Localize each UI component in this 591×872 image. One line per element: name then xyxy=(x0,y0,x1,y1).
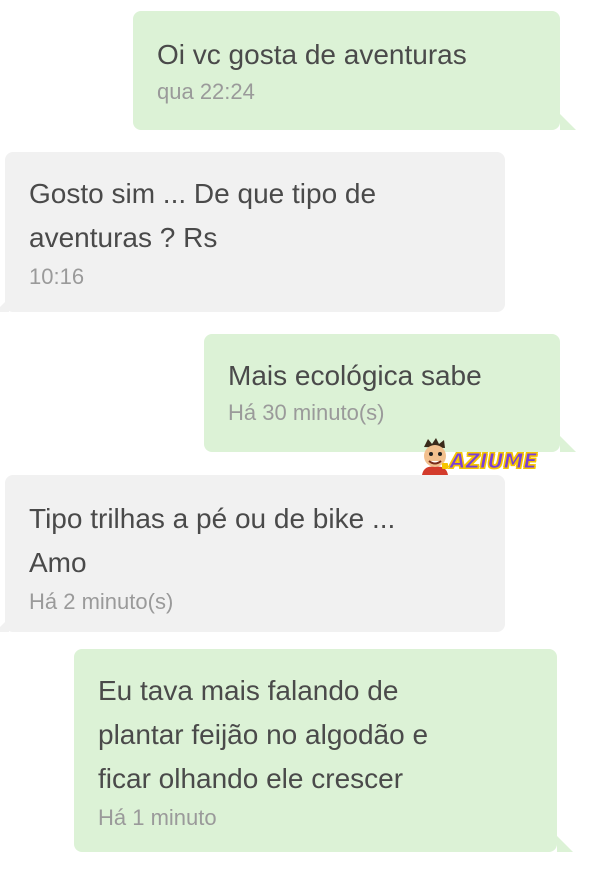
bubble-tail xyxy=(557,836,573,852)
message-timestamp: Há 2 minuto(s) xyxy=(29,589,174,614)
message-timestamp: 10:16 xyxy=(29,264,85,289)
message-text: Tipo trilhas a pé ou de bike ... Amo xyxy=(29,503,396,578)
watermark-text: AZIUME xyxy=(449,449,538,474)
message-text: Gosto sim ... De que tipo de aventuras ?… xyxy=(29,178,377,253)
message-bubble-received[interactable]: Tipo trilhas a pé ou de bike ... Amo Há … xyxy=(0,475,505,632)
message-bubble-sent[interactable]: Oi vc gosta de aventuras qua 22:24 xyxy=(133,11,576,130)
message-timestamp: qua 22:24 xyxy=(157,79,255,104)
bubble-tail xyxy=(0,298,9,312)
message-bubble-sent[interactable]: Mais ecológica sabe Há 30 minuto(s) xyxy=(204,334,576,452)
bubble-tail xyxy=(0,618,9,632)
message-text: Eu tava mais falando de plantar feijão n… xyxy=(98,675,429,794)
message-bubble-received[interactable]: Gosto sim ... De que tipo de aventuras ?… xyxy=(0,152,505,312)
message-text: Oi vc gosta de aventuras xyxy=(157,39,467,70)
message-timestamp: Há 1 minuto xyxy=(98,805,217,830)
message-timestamp: Há 30 minuto(s) xyxy=(228,400,385,425)
aziume-watermark: AZIUME xyxy=(416,437,566,477)
message-bubble-sent[interactable]: Eu tava mais falando de plantar feijão n… xyxy=(74,649,573,852)
bubble-tail xyxy=(560,114,576,130)
message-text: Mais ecológica sabe xyxy=(228,360,482,391)
cartoon-face-icon xyxy=(422,438,448,475)
